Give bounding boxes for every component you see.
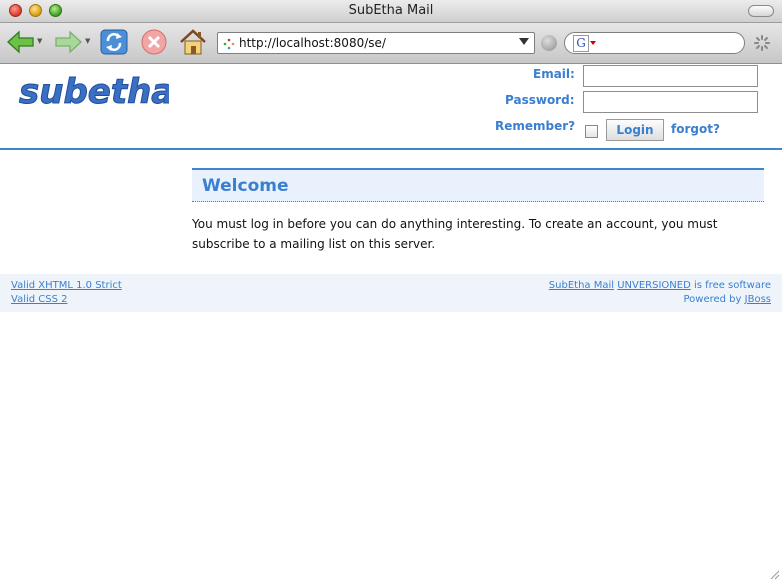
go-button[interactable] — [541, 35, 557, 51]
remember-label: Remember? — [495, 119, 576, 133]
back-arrow-icon — [7, 30, 34, 54]
back-button[interactable] — [6, 28, 36, 56]
forward-button[interactable] — [53, 28, 83, 56]
forgot-password-link[interactable]: forgot? — [671, 122, 720, 136]
search-field[interactable]: G — [564, 32, 745, 54]
forward-history-dropdown[interactable]: ▼ — [85, 37, 90, 45]
email-field[interactable] — [583, 65, 758, 87]
loading-icon — [223, 38, 235, 50]
remember-checkbox[interactable] — [585, 125, 598, 138]
forward-arrow-icon — [55, 30, 82, 54]
browser-toolbar: ▼ ▼ http://localhost:8080/se/ G — [0, 23, 782, 64]
page-header: subetha Email: Password: Remember? Login… — [0, 64, 782, 150]
footer-product-line: SubEtha Mail UNVERSIONED is free softwar… — [549, 280, 771, 291]
url-history-dropdown-icon[interactable] — [519, 38, 529, 45]
page-footer: Valid XHTML 1.0 Strict Valid CSS 2 SubEt… — [0, 274, 782, 312]
stop-icon — [141, 29, 167, 55]
version-link[interactable]: UNVERSIONED — [617, 280, 691, 291]
intro-text: You must log in before you can do anythi… — [192, 217, 718, 251]
home-button[interactable] — [178, 28, 208, 56]
google-icon[interactable]: G — [573, 35, 589, 52]
reload-button[interactable] — [99, 28, 129, 56]
valid-xhtml-link[interactable]: Valid XHTML 1.0 Strict — [11, 280, 122, 291]
email-label: Email: — [533, 67, 575, 81]
url-field[interactable]: http://localhost:8080/se/ — [217, 32, 535, 54]
login-button[interactable]: Login — [606, 119, 664, 141]
logo-text: subetha — [19, 72, 169, 110]
powered-by-text: Powered by — [683, 294, 742, 305]
web-page: subetha Email: Password: Remember? Login… — [0, 64, 782, 582]
valid-css-link[interactable]: Valid CSS 2 — [11, 294, 68, 305]
footer-powered-line: Powered by JBoss — [683, 294, 771, 305]
window-title: SubEtha Mail — [348, 3, 434, 18]
page-title: Welcome — [202, 176, 289, 196]
window-titlebar: SubEtha Mail — [0, 0, 782, 23]
url-text: http://localhost:8080/se/ — [239, 36, 386, 50]
resize-grip-icon[interactable] — [768, 568, 780, 580]
stop-button[interactable] — [139, 28, 169, 56]
jboss-link[interactable]: JBoss — [745, 294, 771, 305]
back-history-dropdown[interactable]: ▼ — [37, 37, 42, 45]
search-engine-dropdown-icon[interactable] — [590, 41, 596, 45]
reload-icon — [100, 29, 128, 55]
toolbar-toggle-button[interactable] — [748, 5, 774, 17]
welcome-heading-box: Welcome — [192, 168, 764, 202]
subetha-logo[interactable]: subetha — [17, 66, 175, 114]
home-icon — [180, 29, 206, 55]
subetha-logo-image: subetha — [19, 72, 175, 113]
password-label: Password: — [505, 93, 575, 107]
password-field[interactable] — [583, 91, 758, 113]
free-software-text: is free software — [693, 280, 771, 291]
activity-spinner-icon — [754, 35, 770, 51]
subetha-mail-link[interactable]: SubEtha Mail — [549, 280, 614, 291]
